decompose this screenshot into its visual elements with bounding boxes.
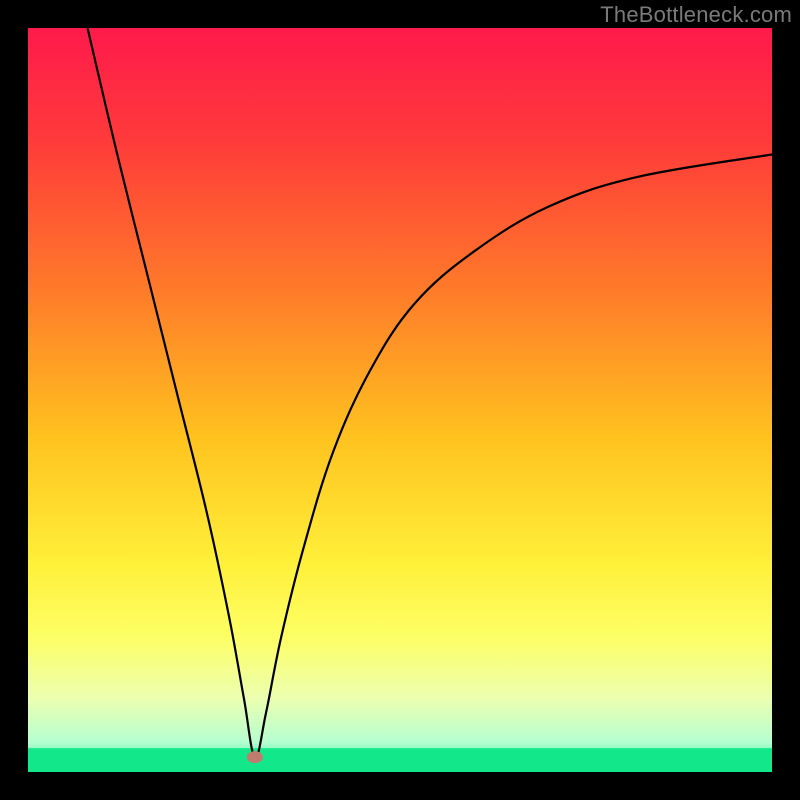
green-bottom-band	[28, 748, 772, 772]
plot-area	[28, 28, 772, 772]
chart-frame: TheBottleneck.com	[0, 0, 800, 800]
optimal-point-marker	[247, 751, 263, 763]
gradient-background	[28, 28, 772, 772]
chart-svg	[28, 28, 772, 772]
watermark: TheBottleneck.com	[600, 2, 792, 28]
